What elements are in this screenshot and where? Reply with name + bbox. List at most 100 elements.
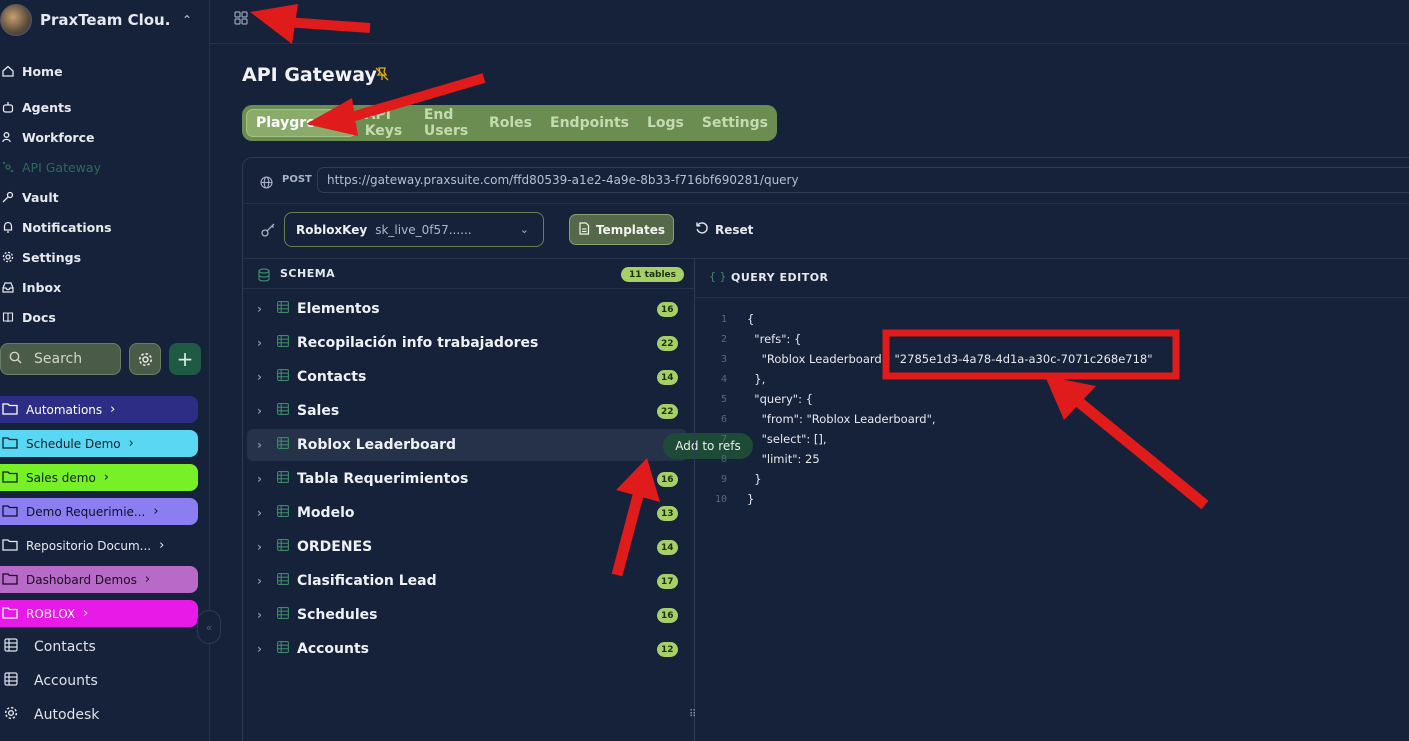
sidebar-folder[interactable]: ROBLOX › [0,600,198,627]
line-number: 4 [720,374,727,385]
nav-agents[interactable]: Agents [0,95,210,119]
field-count-badge: 16 [657,608,678,623]
code-line: { [747,312,755,326]
schema-table-row[interactable]: › Recopilación info trabajadores 22 [247,327,687,359]
schema-table-row[interactable]: › Elementos 16 [247,293,687,325]
nav-label: Agents [22,99,72,115]
chevron-right-icon: › [144,572,151,587]
templates-button[interactable]: Templates [569,214,674,245]
chevron-right-icon: › [257,438,262,452]
schema-table-row[interactable]: › Tabla Requerimientos 16 [247,463,687,495]
field-count-badge: 14 [657,370,678,385]
schema-table-row[interactable]: › Accounts 12 [247,633,687,665]
tab-endpoints[interactable]: Endpoints [541,109,638,137]
chevron-right-icon: › [257,642,262,656]
workspace-switcher[interactable]: PraxTeam Clou... ⌃ [0,0,210,40]
table-icon [277,505,289,521]
sidebar-folder[interactable]: Dashobard Demos › [0,566,198,593]
playground-panel: POST https://gateway.praxsuite.com/ffd80… [242,157,1409,741]
table-icon [277,403,289,419]
tab-logs[interactable]: Logs [638,109,693,137]
schema-table-name: Recopilación info trabajadores [297,335,539,351]
sidebar-item-autodesk[interactable]: Autodesk [0,701,210,729]
http-method: POST [282,174,312,185]
folder-icon [2,538,18,554]
line-number: 6 [720,414,727,425]
docs-icon [1,310,15,324]
nav-docs[interactable]: Docs [0,305,210,329]
sidebar-table-accounts[interactable]: Accounts [0,667,210,695]
table-icon [4,672,18,690]
tab-roles[interactable]: Roles [480,109,541,137]
schema-table-name: Tabla Requerimientos [297,471,469,487]
line-number: 3 [720,354,727,365]
tab-settings[interactable]: Settings [693,109,777,137]
schema-table-row[interactable]: › ORDENES 14 [247,531,687,563]
pin-off-icon[interactable] [374,66,390,86]
tab-api-keys[interactable]: API Keys [356,107,415,139]
nav-api-gateway[interactable]: API Gateway [0,155,210,179]
chevron-right-icon: › [103,470,109,485]
nav-settings[interactable]: Settings [0,245,210,269]
schema-table-name: Roblox Leaderboard [297,437,457,453]
schema-header: SCHEMA 11 tables [243,258,694,289]
tab-bar: Playground API Keys End Users Roles Endp… [242,105,777,141]
line-number: 2 [720,334,727,345]
schema-table-row[interactable]: › Contacts 14 [247,361,687,393]
nav-notifications[interactable]: Notifications [0,215,210,239]
sidebar-folder[interactable]: Automations › [0,396,198,423]
api-key-select[interactable]: RobloxKey sk_live_0f57...... ⌄ [284,212,544,247]
gateway-icon [1,160,15,174]
key-icon [1,190,15,204]
code-line: }, [747,372,766,386]
bell-icon [1,220,15,234]
field-count-badge: 22 [657,336,678,351]
tab-playground[interactable]: Playground [246,109,356,137]
schema-table-row[interactable]: › Clasification Lead 17 [247,565,687,597]
code-line: "limit": 25 [747,452,820,466]
nav-label: Docs [22,309,56,325]
search-input[interactable]: Search [0,343,121,375]
add-button[interactable]: + [169,343,201,375]
database-icon [258,267,270,286]
schema-table-row[interactable]: › Roblox Leaderboard [247,429,687,461]
sidebar-folder[interactable]: Repositorio Docum... › [0,532,198,559]
query-editor-label: QUERY EDITOR [731,271,829,284]
field-count-badge: 22 [657,404,678,419]
sidebar-folder[interactable]: Sales demo › [0,464,198,491]
url-input[interactable]: https://gateway.praxsuite.com/ffd80539-a… [317,167,1409,193]
code-line: "select": [], [747,432,827,446]
schema-table-row[interactable]: › Modelo 13 [247,497,687,529]
bot-icon [1,100,15,114]
workspace-name: PraxTeam Clou... [40,11,170,29]
grid-icon[interactable] [234,10,248,29]
nav-home[interactable]: Home [0,59,210,83]
field-count-badge: 17 [657,574,678,589]
braces-icon: { } [709,270,727,283]
resize-handle-icon[interactable]: ⠿ [689,709,696,720]
line-number: 1 [720,314,727,325]
gear-icon [1,250,15,264]
nav-inbox[interactable]: Inbox [0,275,210,299]
tab-end-users[interactable]: End Users [415,107,480,139]
schema-table-name: Modelo [297,505,355,521]
sidebar-folder[interactable]: Demo Requerimie... › [0,498,198,525]
schema-table-name: Elementos [297,301,380,317]
nav-vault[interactable]: Vault [0,185,210,209]
code-line: "from": "Roblox Leaderboard", [747,412,936,426]
templates-label: Templates [595,222,666,237]
inbox-icon [1,280,15,294]
table-icon [4,638,18,656]
schema-table-row[interactable]: › Schedules 16 [247,599,687,631]
sidebar-table-label: Autodesk [34,707,100,723]
schema-table-row[interactable]: › Sales 22 [247,395,687,427]
collapse-sidebar-button[interactable]: « [197,610,221,644]
schema-label: SCHEMA [280,267,336,280]
reset-button[interactable]: Reset [695,221,753,238]
table-icon [277,471,289,487]
sidebar-folder[interactable]: Schedule Demo › [0,430,198,457]
nav-workforce[interactable]: Workforce [0,125,210,149]
field-count-badge: 16 [657,472,678,487]
sidebar-table-contacts[interactable]: Contacts [0,633,210,661]
sidebar-settings-button[interactable] [129,343,161,375]
